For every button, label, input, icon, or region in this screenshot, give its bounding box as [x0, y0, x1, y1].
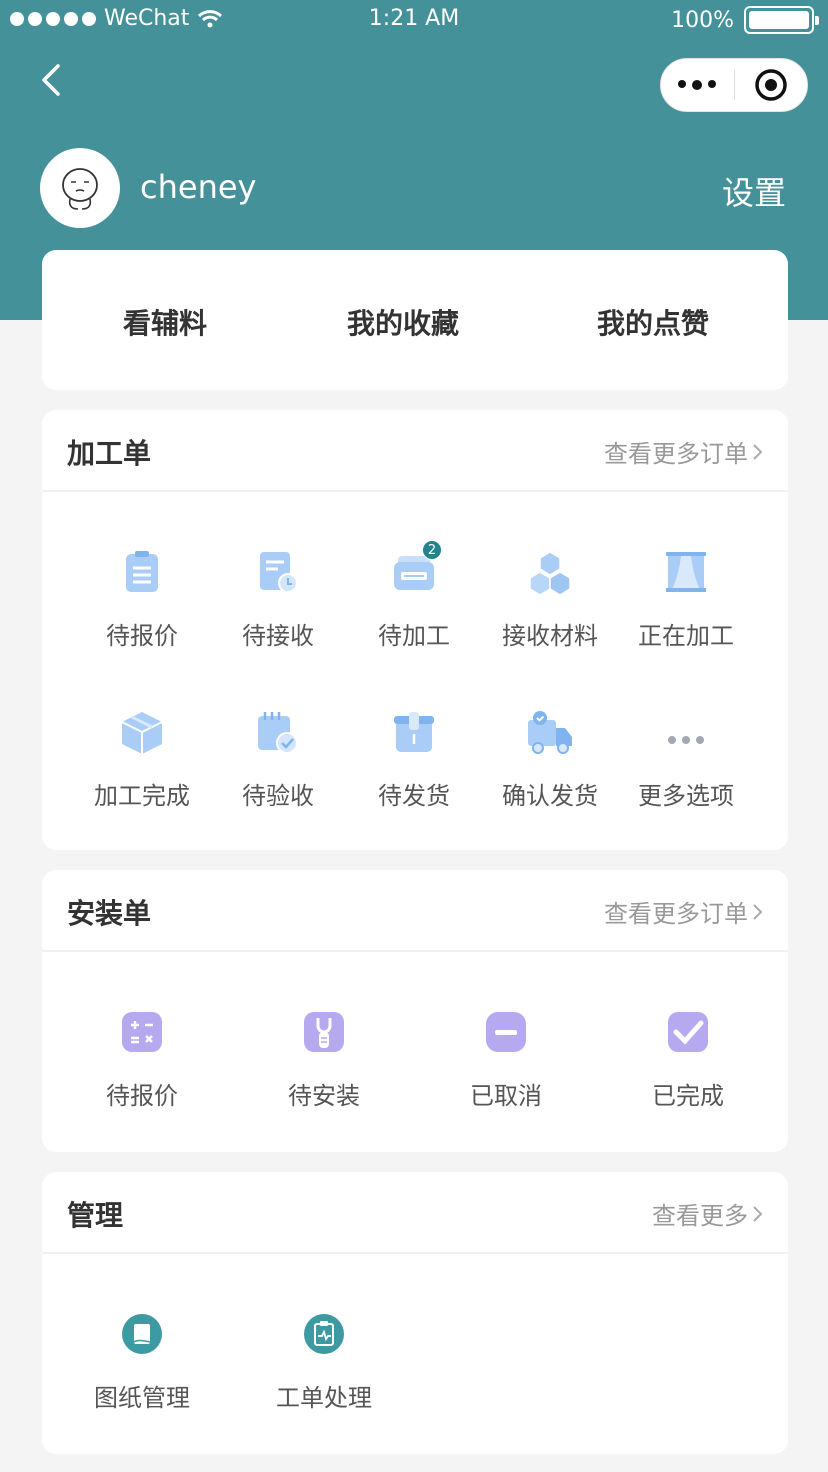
status-right: 100%	[671, 6, 819, 34]
status-pending-processing[interactable]: 2 待加工	[349, 540, 479, 651]
management-more-label: 查看更多	[652, 1202, 748, 1230]
card-stack-icon-wrap: 2	[390, 540, 442, 596]
battery-icon	[744, 6, 819, 34]
miniprogram-capsule	[660, 58, 808, 112]
status-label: 已完成	[652, 1082, 724, 1110]
quick-link-accessories[interactable]: 看辅料	[123, 302, 207, 342]
quick-link-likes[interactable]: 我的点赞	[597, 302, 709, 342]
pending-count-badge: 2	[422, 540, 442, 560]
username: cheney	[140, 168, 257, 206]
status-label: 确认发货	[502, 782, 598, 810]
status-confirm-shipment[interactable]: 确认发货	[485, 708, 615, 811]
boxes-icon	[529, 551, 571, 596]
processing-title: 加工单	[67, 437, 152, 470]
install-orders-card: 安装单 查看更多订单 待报价 待安装 已取消 已完成	[42, 870, 788, 1152]
processing-orders-card: 加工单 查看更多订单 待报价 待接收 2 待加工 接收材料 正在加工 加工完成 …	[42, 410, 788, 850]
work-order-processing[interactable]: 工单处理	[259, 1310, 389, 1413]
install-pending-install[interactable]: 待安装	[259, 1008, 389, 1111]
clipboard-pulse-icon	[304, 1314, 344, 1354]
chevron-right-icon	[753, 1205, 763, 1222]
status-pending-shipment[interactable]: 待发货	[349, 708, 479, 811]
check-icon	[668, 1012, 708, 1052]
chevron-right-icon	[753, 903, 763, 920]
processing-more-link[interactable]: 查看更多订单	[604, 434, 764, 469]
wrench-icon	[304, 1012, 344, 1052]
drawing-icon	[122, 1314, 162, 1354]
minus-icon	[486, 1012, 526, 1052]
settings-button[interactable]: 设置	[722, 168, 786, 214]
install-title: 安装单	[67, 897, 152, 930]
status-pending-acceptance[interactable]: 待验收	[213, 708, 343, 811]
install-more-label: 查看更多订单	[604, 900, 748, 928]
status-label: 待安装	[288, 1082, 360, 1110]
clipboard-list-icon	[126, 551, 158, 592]
status-in-processing[interactable]: 正在加工	[621, 548, 751, 651]
status-label: 待发货	[378, 782, 450, 810]
status-label: 待加工	[378, 622, 450, 650]
bag-icon	[394, 712, 434, 752]
avatar-face-icon	[62, 168, 98, 210]
status-pending-quote[interactable]: 待报价	[77, 548, 207, 651]
status-more-options[interactable]: 更多选项	[621, 708, 751, 811]
calendar-check-icon	[258, 712, 298, 754]
chevron-right-icon	[753, 443, 763, 460]
install-more-link[interactable]: 查看更多订单	[604, 894, 764, 929]
status-bar: WeChat 1:21 AM 100%	[0, 0, 828, 40]
status-label: 待报价	[106, 622, 178, 650]
document-clock-icon	[260, 552, 298, 593]
status-label: 待接收	[242, 622, 314, 650]
back-arrow-icon[interactable]	[34, 60, 74, 100]
status-label: 加工完成	[94, 782, 190, 810]
install-completed[interactable]: 已完成	[623, 1008, 753, 1111]
status-label: 更多选项	[638, 782, 734, 810]
management-label: 工单处理	[276, 1384, 372, 1412]
more-dots-icon	[668, 736, 704, 744]
status-pending-receipt[interactable]: 待接收	[213, 548, 343, 651]
drawing-management[interactable]: 图纸管理	[77, 1310, 207, 1413]
status-label: 待报价	[106, 1082, 178, 1110]
install-cancelled[interactable]: 已取消	[441, 1008, 571, 1111]
package-icon	[121, 712, 163, 754]
section-divider	[42, 950, 788, 952]
status-label: 接收材料	[502, 622, 598, 650]
close-target-icon[interactable]	[735, 67, 808, 103]
install-pending-quote[interactable]: 待报价	[77, 1008, 207, 1111]
quick-link-favorites[interactable]: 我的收藏	[347, 302, 459, 342]
curtain-icon	[666, 552, 706, 592]
battery-percent: 100%	[671, 7, 734, 33]
status-receive-materials[interactable]: 接收材料	[485, 548, 615, 651]
status-label: 待验收	[242, 782, 314, 810]
avatar[interactable]	[40, 148, 120, 228]
management-label: 图纸管理	[94, 1384, 190, 1412]
calculator-icon	[122, 1012, 162, 1052]
status-processing-complete[interactable]: 加工完成	[77, 708, 207, 811]
processing-more-label: 查看更多订单	[604, 440, 748, 468]
management-more-link[interactable]: 查看更多	[652, 1196, 764, 1231]
management-title: 管理	[67, 1199, 124, 1232]
section-divider	[42, 1252, 788, 1254]
status-label: 已取消	[470, 1082, 542, 1110]
quick-links-card: 看辅料 我的收藏 我的点赞	[42, 250, 788, 390]
section-divider	[42, 490, 788, 492]
more-menu-icon[interactable]	[661, 80, 734, 90]
status-label: 正在加工	[638, 622, 734, 650]
truck-icon	[528, 711, 572, 754]
management-card: 管理 查看更多 图纸管理 工单处理	[42, 1172, 788, 1454]
